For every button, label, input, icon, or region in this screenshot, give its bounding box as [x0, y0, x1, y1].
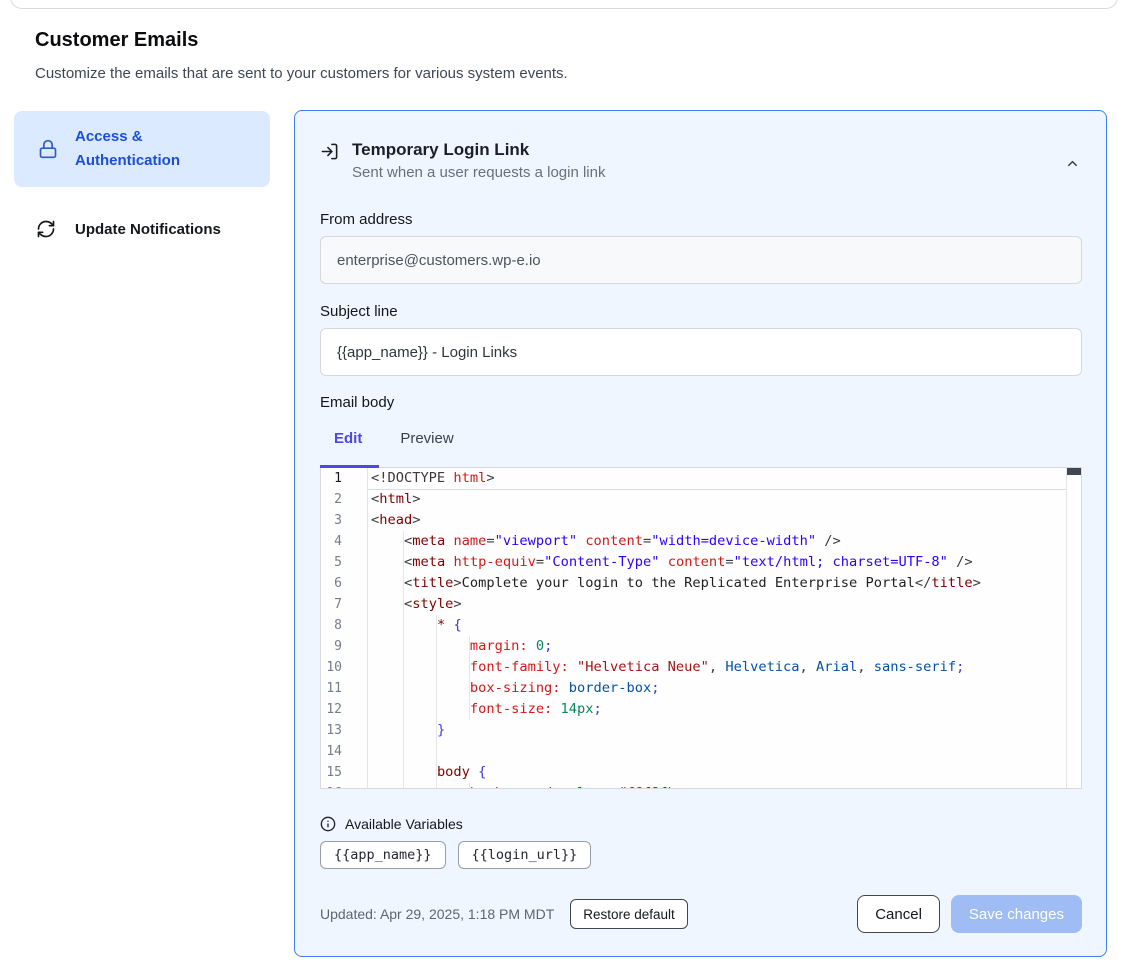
code-line[interactable]: <meta name="viewport" content="width=dev… [368, 531, 1081, 552]
from-address-label: From address [320, 211, 1082, 228]
code-line[interactable]: <style> [368, 594, 1081, 615]
tab-edit[interactable]: Edit [320, 430, 376, 447]
code-line[interactable]: * { [368, 615, 1081, 636]
refresh-cw-icon [36, 219, 56, 239]
code-line[interactable]: body { [368, 762, 1081, 783]
subject-line-label: Subject line [320, 303, 1082, 320]
available-variables-label: Available Variables [345, 816, 463, 832]
code-line[interactable]: <head> [368, 510, 1081, 531]
tab-preview[interactable]: Preview [386, 430, 467, 447]
panel-footer: Updated: Apr 29, 2025, 1:18 PM MDT Resto… [320, 895, 1082, 933]
sidebar: Access & Authentication Update Notificat… [14, 111, 270, 257]
panel-title: Temporary Login Link [352, 139, 605, 161]
sidebar-item-update-notifications[interactable]: Update Notifications [14, 201, 270, 257]
editor-scrollbar-thumb[interactable] [1067, 468, 1081, 475]
page-title: Customer Emails [35, 29, 198, 52]
panel-header: Temporary Login Link Sent when a user re… [320, 139, 1082, 182]
log-in-icon [320, 142, 339, 182]
updated-timestamp: Updated: Apr 29, 2025, 1:18 PM MDT [320, 906, 554, 922]
save-changes-button[interactable]: Save changes [951, 895, 1082, 933]
editor-scrollbar-track [1066, 468, 1081, 788]
collapse-button[interactable] [1063, 145, 1082, 182]
code-line[interactable]: <!DOCTYPE html> [368, 468, 1081, 489]
sidebar-item-label: Access & Authentication [75, 125, 235, 173]
email-body-tabs: Edit Preview [320, 427, 1082, 450]
editor-gutter: 12345678910111213141516 [321, 468, 368, 788]
sidebar-item-label: Update Notifications [75, 221, 221, 238]
page-subtitle: Customize the emails that are sent to yo… [35, 65, 568, 82]
code-line[interactable]: margin: 0; [368, 636, 1081, 657]
code-line[interactable]: font-size: 14px; [368, 699, 1081, 720]
code-line[interactable]: background-color: #f6f8fb; [368, 783, 1081, 788]
restore-default-button[interactable]: Restore default [570, 899, 688, 929]
lock-icon [38, 139, 58, 159]
code-line[interactable] [368, 741, 1081, 762]
active-tab-underline [320, 465, 379, 468]
code-line[interactable]: } [368, 720, 1081, 741]
code-line[interactable]: <title>Complete your login to the Replic… [368, 573, 1081, 594]
sidebar-item-access-authentication[interactable]: Access & Authentication [14, 111, 270, 187]
subject-line-input[interactable] [320, 328, 1082, 376]
available-variables: Available Variables [320, 816, 1082, 832]
editor-code[interactable]: <!DOCTYPE html><html><head> <meta name="… [368, 468, 1081, 788]
code-editor[interactable]: 12345678910111213141516 <!DOCTYPE html><… [320, 467, 1082, 789]
code-line[interactable]: <meta http-equiv="Content-Type" content=… [368, 552, 1081, 573]
chevron-up-icon [1065, 156, 1080, 171]
code-line[interactable]: <html> [368, 489, 1081, 510]
email-body-label: Email body [320, 394, 1082, 411]
editor-wrapper: 12345678910111213141516 <!DOCTYPE html><… [320, 467, 1082, 789]
info-icon [320, 816, 336, 832]
variable-chip-app-name[interactable]: {{app_name}} [320, 841, 446, 869]
code-line[interactable]: box-sizing: border-box; [368, 678, 1081, 699]
code-line[interactable]: font-family: "Helvetica Neue", Helvetica… [368, 657, 1081, 678]
previous-card-bottom-edge [10, 0, 1118, 9]
variable-chips: {{app_name}} {{login_url}} [320, 841, 1082, 869]
panel-subtitle: Sent when a user requests a login link [352, 164, 605, 182]
cancel-button[interactable]: Cancel [857, 895, 940, 933]
variable-chip-login-url[interactable]: {{login_url}} [458, 841, 592, 869]
from-address-input[interactable] [320, 236, 1082, 284]
settings-panel: Temporary Login Link Sent when a user re… [294, 110, 1107, 957]
